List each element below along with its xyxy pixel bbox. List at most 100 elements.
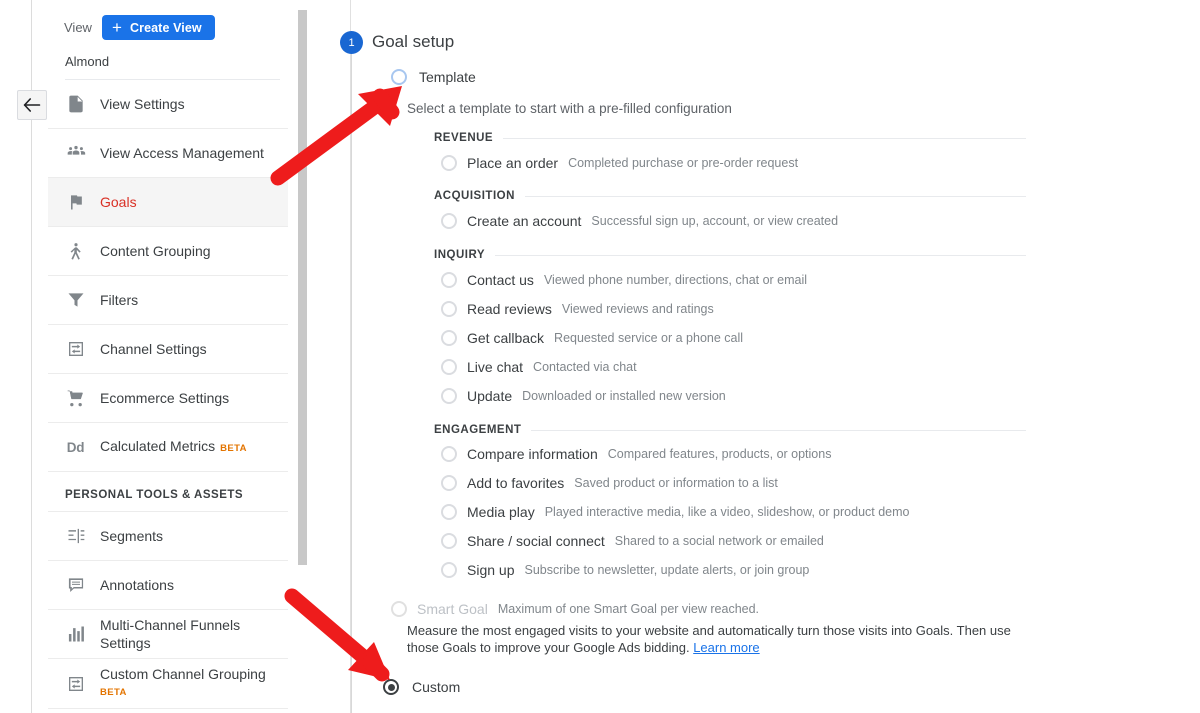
template-option-description: Successful sign up, account, or view cre… [591, 214, 839, 228]
template-option-title: Place an order [467, 155, 559, 171]
template-option-radio[interactable] [441, 504, 457, 520]
template-option-description: Downloaded or installed new version [522, 389, 726, 403]
beta-badge: BETA [100, 687, 127, 698]
template-option-radio[interactable] [441, 533, 457, 549]
template-label: Template [419, 69, 476, 85]
dd-icon: Dd [66, 439, 85, 455]
template-option-title: Live chat [467, 359, 524, 375]
template-option-radio[interactable] [441, 388, 457, 404]
template-option-create-an-account[interactable]: Create an account Successful sign up, acc… [441, 213, 838, 229]
template-option-description: Viewed phone number, directions, chat or… [543, 273, 808, 287]
template-option-description: Completed purchase or pre-order request [568, 156, 799, 170]
template-option-title: Sign up [467, 562, 515, 578]
template-option-radio[interactable] [441, 213, 457, 229]
page-title: Goal setup [372, 32, 455, 51]
template-option-radio[interactable] [441, 330, 457, 346]
template-option-live-chat[interactable]: Live chat Contacted via chat [441, 359, 637, 375]
template-option-radio[interactable] [441, 155, 457, 171]
sidebar-item-custom-channel-grouping[interactable]: Custom Channel Grouping BETA [48, 659, 288, 709]
sidebar-item-label: Custom Channel Grouping BETA [100, 665, 266, 702]
custom-label: Custom [412, 679, 461, 695]
sidebar-item-label: Content Grouping [100, 243, 211, 259]
custom-radio-row[interactable]: Custom [383, 679, 460, 695]
group-header-acquisition: ACQUISITION [434, 190, 1026, 202]
template-option-media-play[interactable]: Media play Played interactive media, like… [441, 504, 909, 520]
template-option-radio[interactable] [441, 272, 457, 288]
sidebar-scrollbar-thumb[interactable] [298, 10, 307, 565]
template-radio[interactable] [391, 69, 407, 85]
template-option-title: Compare information [467, 446, 598, 462]
cart-icon [65, 388, 86, 409]
custom-radio[interactable] [383, 679, 399, 695]
template-option-radio[interactable] [441, 475, 457, 491]
document-icon [65, 94, 86, 115]
template-option-sign-up[interactable]: Sign up Subscribe to newsletter, update a… [441, 562, 809, 578]
template-option-title: Create an account [467, 213, 582, 229]
template-option-compare-information[interactable]: Compare information Compared features, pr… [441, 446, 831, 462]
template-option-description: Compared features, products, or options [607, 447, 832, 461]
bar-chart-icon [65, 624, 86, 645]
template-option-title: Update [467, 388, 513, 404]
template-option-title: Media play [467, 504, 535, 520]
sidebar-item-label: Channel Settings [100, 341, 207, 357]
create-view-button[interactable]: + Create View [101, 15, 215, 40]
sidebar-item-content-grouping[interactable]: Content Grouping [48, 227, 288, 276]
sidebar-item-annotations[interactable]: Annotations [48, 561, 288, 610]
smart-goal-title: Smart Goal [417, 601, 488, 617]
template-option-title: Get callback [467, 330, 545, 346]
segments-icon [65, 526, 86, 547]
sidebar-item-calculated-metrics[interactable]: Dd Calculated Metrics BETA [48, 423, 288, 472]
funnel-icon [65, 290, 86, 311]
template-option-update[interactable]: Update Downloaded or installed new versio… [441, 388, 726, 404]
group-title: ENGAGEMENT [434, 424, 522, 436]
group-rule [503, 137, 1026, 139]
content-grouping-icon [65, 241, 86, 262]
template-option-contact-us[interactable]: Contact us Viewed phone number, direction… [441, 272, 807, 288]
sidebar-item-multi-channel-funnels-settings[interactable]: Multi-Channel Funnels Settings [48, 610, 288, 659]
sidebar-item-view-settings[interactable]: View Settings [48, 80, 288, 129]
template-option-share-social-connect[interactable]: Share / social connect Shared to a social… [441, 533, 824, 549]
template-option-radio[interactable] [441, 562, 457, 578]
view-label: View [64, 20, 92, 35]
sidebar-item-ecommerce-settings[interactable]: Ecommerce Settings [48, 374, 288, 423]
sidebar-item-view-access-management[interactable]: View Access Management [48, 129, 288, 178]
template-option-description: Played interactive media, like a video, … [544, 505, 910, 519]
template-radio-row[interactable]: Template [391, 69, 476, 85]
template-option-read-reviews[interactable]: Read reviews Viewed reviews and ratings [441, 301, 714, 317]
channel-settings-icon [65, 673, 86, 694]
step-number-badge: 1 [340, 31, 363, 54]
group-rule [495, 254, 1026, 256]
back-button[interactable] [17, 90, 47, 120]
sidebar-item-channel-settings[interactable]: Channel Settings [48, 325, 288, 374]
template-option-description: Contacted via chat [533, 360, 637, 374]
group-title: REVENUE [434, 132, 494, 144]
group-title: ACQUISITION [434, 190, 515, 202]
smart-goal-radio [391, 601, 407, 617]
template-option-description: Saved product or information to a list [574, 476, 778, 490]
template-option-title: Share / social connect [467, 533, 605, 549]
sidebar-item-goals[interactable]: Goals [48, 178, 288, 227]
template-subtitle: Select a template to start with a pre-fi… [407, 101, 732, 116]
account-name: Almond [65, 54, 110, 69]
template-option-radio[interactable] [441, 359, 457, 375]
template-option-radio[interactable] [441, 446, 457, 462]
group-rule [531, 429, 1026, 431]
template-option-get-callback[interactable]: Get callback Requested service or a phone… [441, 330, 743, 346]
sidebar-item-label: Multi-Channel Funnels Settings [100, 617, 241, 651]
template-option-description: Viewed reviews and ratings [561, 302, 714, 316]
sidebar: View + Create View Almond View Settings V… [48, 0, 288, 713]
template-option-radio[interactable] [441, 301, 457, 317]
template-option-add-to-favorites[interactable]: Add to favorites Saved product or informa… [441, 475, 778, 491]
back-arrow-icon [23, 98, 41, 112]
template-option-title: Add to favorites [467, 475, 565, 491]
group-title: INQUIRY [434, 249, 485, 261]
plus-icon: + [111, 17, 122, 37]
sidebar-item-label: Annotations [100, 577, 174, 593]
sidebar-item-segments[interactable]: Segments [48, 512, 288, 561]
sidebar-item-label: Goals [100, 194, 137, 210]
sidebar-item-filters[interactable]: Filters [48, 276, 288, 325]
group-header-engagement: ENGAGEMENT [434, 424, 1026, 436]
learn-more-link[interactable]: Learn more [693, 640, 759, 655]
create-view-label: Create View [129, 20, 202, 35]
template-option-place-an-order[interactable]: Place an order Completed purchase or pre-… [441, 155, 798, 171]
